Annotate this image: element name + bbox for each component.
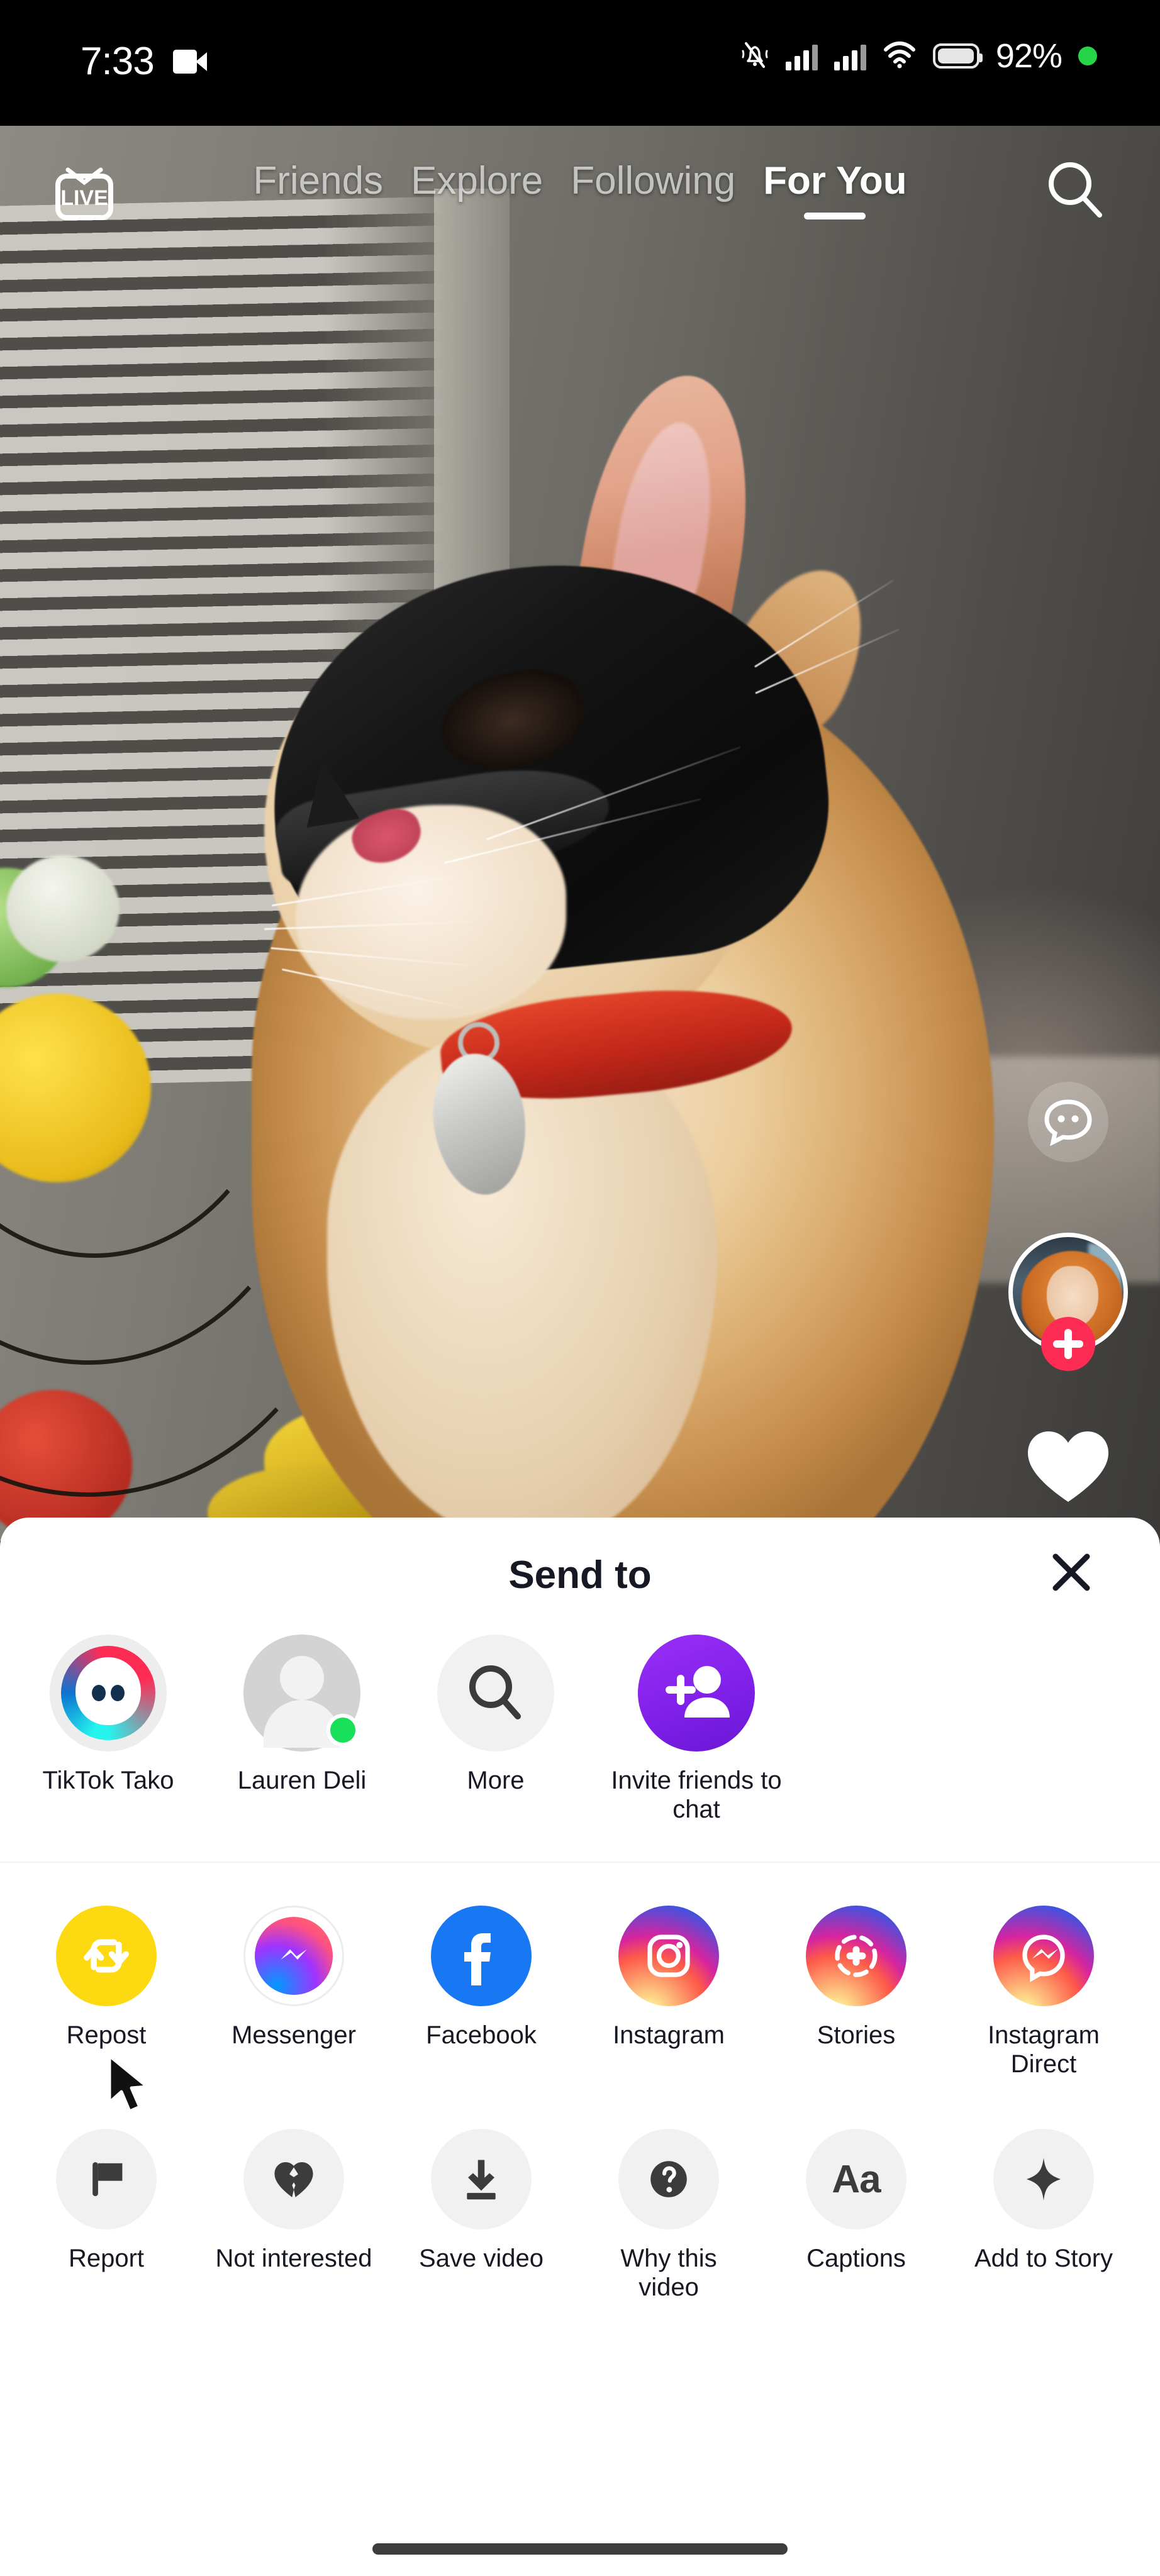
share-target-label: Instagram Direct [988,2021,1100,2078]
status-bar: 7:33 92% [0,0,1160,126]
heart-icon[interactable] [1024,1426,1112,1509]
action-label: Add to Story [974,2245,1113,2273]
contacts-row: TikTok Tako Lauren Deli More Invite frie… [0,1635,1160,1824]
active-tab-underline [804,213,866,219]
action-not-interested[interactable]: Not interested [200,2129,388,2302]
share-target-label: Repost [66,2021,147,2050]
section-divider [0,1862,1160,1863]
nav-tabs: Friends Explore Following For You [0,158,1160,219]
contact-label: Invite friends to chat [611,1767,782,1823]
share-target-messenger[interactable]: Messenger [200,1906,388,2079]
messenger-icon [243,1906,344,2007]
contact-tiktok-tako[interactable]: TikTok Tako [11,1635,205,1824]
broken-heart-icon [243,2129,344,2230]
action-report[interactable]: Report [13,2129,200,2302]
question-mark-icon [618,2129,719,2230]
video-player[interactable] [0,126,1160,1541]
status-bar-left: 7:33 [81,39,207,84]
status-bar-right: 92% [740,36,1097,75]
creator-avatar-wrapper[interactable] [1008,1233,1128,1371]
comment-bubble-icon[interactable] [1028,1082,1108,1162]
contact-label: Lauren Deli [237,1767,367,1794]
actions-row: Report Not interested Save video Why thi… [0,2129,1160,2302]
top-navigation: LIVE Friends Explore Following For You [0,140,1160,253]
contact-label: More [467,1767,525,1794]
battery-icon [932,43,983,69]
tab-following[interactable]: Following [571,158,735,203]
share-sheet-header: Send to [0,1518,1160,1624]
tako-eye-left [92,1685,106,1701]
tab-for-you-label: For You [763,159,907,203]
follow-plus-icon[interactable] [1041,1317,1095,1371]
tab-explore[interactable]: Explore [411,158,543,203]
tako-eye-right [111,1685,125,1701]
tako-gradient-ring [61,1646,155,1740]
action-label: Captions [806,2245,906,2273]
flag-icon [56,2129,157,2230]
tab-for-you[interactable]: For You [763,158,907,219]
contact-lauren-deli[interactable]: Lauren Deli [205,1635,399,1824]
action-add-to-story[interactable]: Add to Story [950,2129,1137,2302]
tab-friends[interactable]: Friends [253,158,383,203]
share-target-facebook[interactable]: Facebook [388,1906,575,2079]
messenger-gradient [255,1917,333,1996]
silent-bell-icon [740,40,769,73]
phone-screen: LIVE Friends Explore Following For You S… [0,0,1160,2576]
contact-label: TikTok Tako [42,1767,174,1794]
contact-invite-friends[interactable]: Invite friends to chat [593,1635,800,1824]
action-save-video[interactable]: Save video [388,2129,575,2302]
sparkle-icon [993,2129,1094,2230]
tiktok-tako-avatar [50,1635,167,1752]
instagram-stories-icon [806,1906,906,2007]
battery-percent: 92% [995,37,1062,75]
instagram-direct-icon [993,1906,1094,2007]
video-action-rail [1005,1082,1131,1509]
share-target-repost[interactable]: Repost [13,1906,200,2079]
share-target-label: Stories [817,2021,896,2050]
video-camera-icon [172,49,207,74]
share-target-stories[interactable]: Stories [762,1906,950,2079]
contact-more[interactable]: More [399,1635,593,1824]
wifi-icon [883,40,917,72]
search-icon[interactable] [1044,158,1105,219]
apps-row: Repost Messenger Facebook Instagram Stor… [0,1906,1160,2079]
download-icon [431,2129,532,2230]
action-captions[interactable]: Aa Captions [762,2129,950,2302]
aa-glyph: Aa [832,2157,881,2201]
share-target-label: Facebook [426,2021,537,2050]
repost-icon [56,1906,157,2007]
share-target-instagram[interactable]: Instagram [575,1906,762,2079]
share-target-label: Messenger [231,2021,356,2050]
green-dot-icon [1078,47,1097,65]
action-label: Not interested [215,2245,372,2273]
action-label: Save video [419,2245,544,2273]
person-avatar [243,1635,360,1752]
share-target-label: Instagram [613,2021,725,2050]
avatar-placeholder-head [280,1656,324,1700]
home-indicator-bar[interactable] [372,2543,788,2555]
page-title: Send to [508,1553,652,1597]
signal-bars-icon [785,42,818,70]
action-label: Why this video [620,2245,717,2301]
action-why-this-video[interactable]: Why this video [575,2129,762,2302]
action-label: Report [68,2245,145,2273]
share-target-instagram-direct[interactable]: Instagram Direct [950,1906,1137,2079]
text-aa-icon: Aa [806,2129,906,2230]
camera-body [172,49,197,74]
close-icon[interactable] [1052,1553,1091,1592]
add-person-icon [638,1635,755,1752]
facebook-icon [431,1906,532,2007]
instagram-icon [618,1906,719,2007]
signal-bars-icon [834,42,866,70]
share-sheet: Send to TikTok Tako Lauren Deli More Inv… [0,1518,1160,2576]
battery-fill [937,48,974,64]
online-status-dot [326,1714,359,1746]
search-icon [437,1635,554,1752]
tako-face [75,1657,141,1725]
camera-lens [195,52,207,71]
status-time: 7:33 [81,40,155,83]
